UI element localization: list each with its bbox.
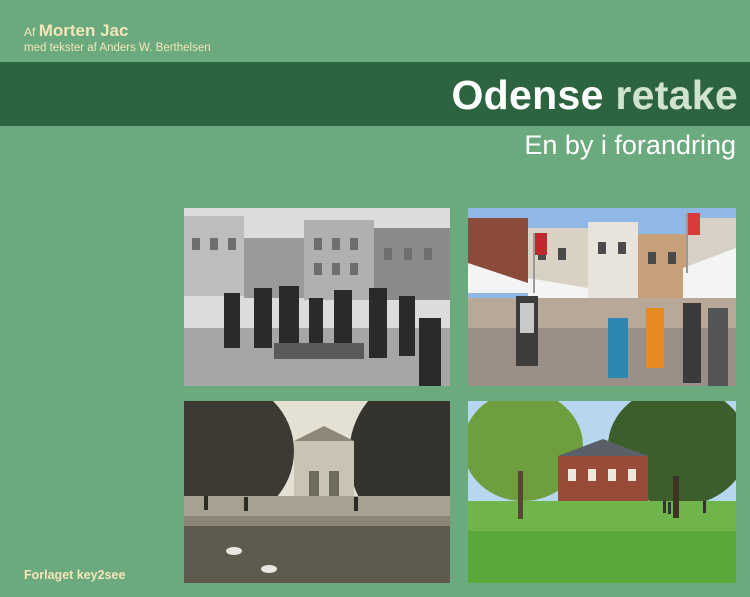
photo-modern-market [468, 208, 736, 386]
title-band: Odense retake [0, 62, 750, 126]
publisher-name: Forlaget key2see [24, 568, 126, 582]
author-name: Morten Jac [38, 21, 129, 40]
author-block: Af Morten Jac med tekster af Anders W. B… [24, 22, 211, 55]
title-word-2: retake [615, 72, 738, 118]
photo-historic-park [184, 401, 450, 583]
author-prefix: Af [24, 25, 36, 39]
title-word-1: Odense [451, 72, 604, 118]
photo-historic-market [184, 208, 450, 386]
book-title: Odense retake [451, 72, 738, 119]
co-author: med tekster af Anders W. Berthelsen [24, 42, 211, 54]
author-line: Af Morten Jac [24, 22, 211, 41]
book-subtitle: En by i forandring [524, 130, 736, 160]
photo-modern-park [468, 401, 736, 583]
